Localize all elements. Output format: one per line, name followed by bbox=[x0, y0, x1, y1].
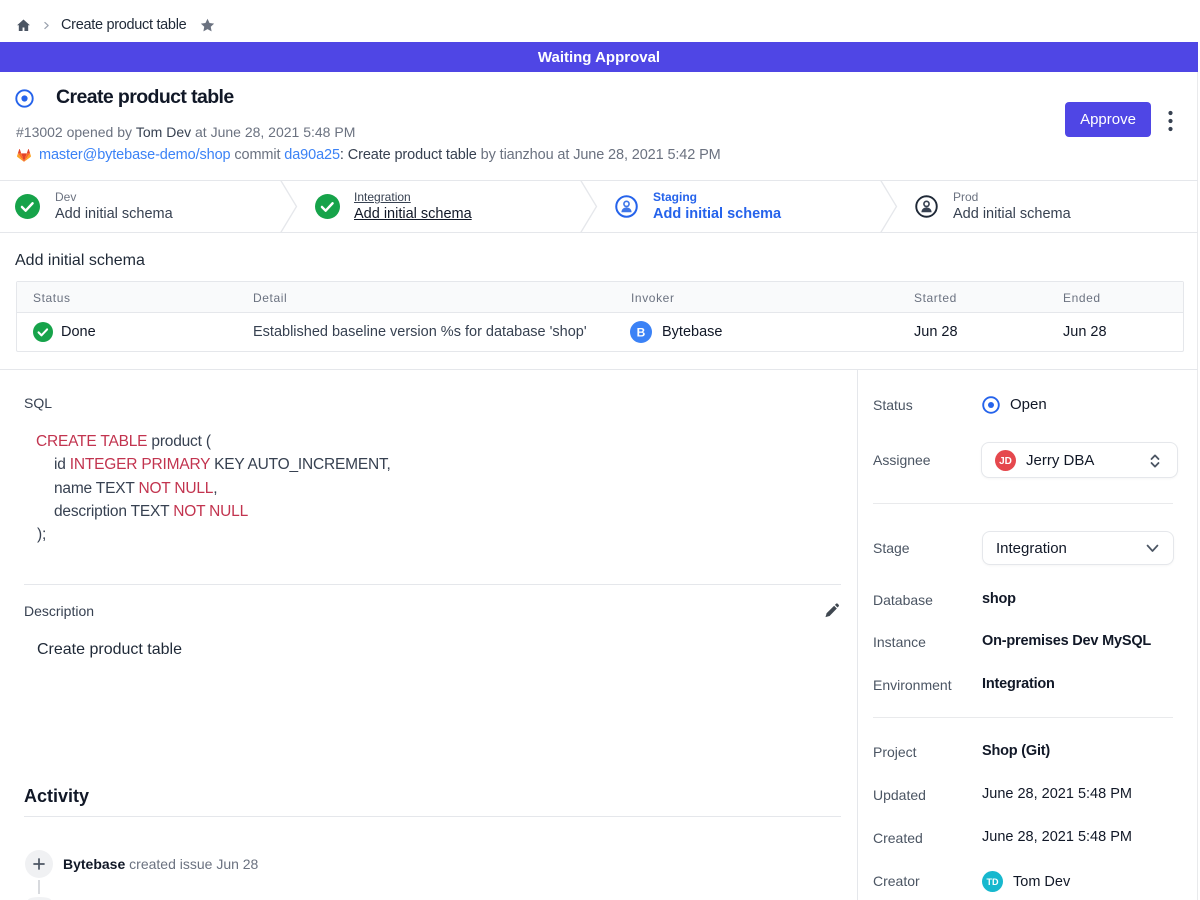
svg-text:TD: TD bbox=[986, 877, 999, 887]
svg-text:B: B bbox=[637, 325, 646, 339]
svg-text:JD: JD bbox=[999, 456, 1012, 467]
